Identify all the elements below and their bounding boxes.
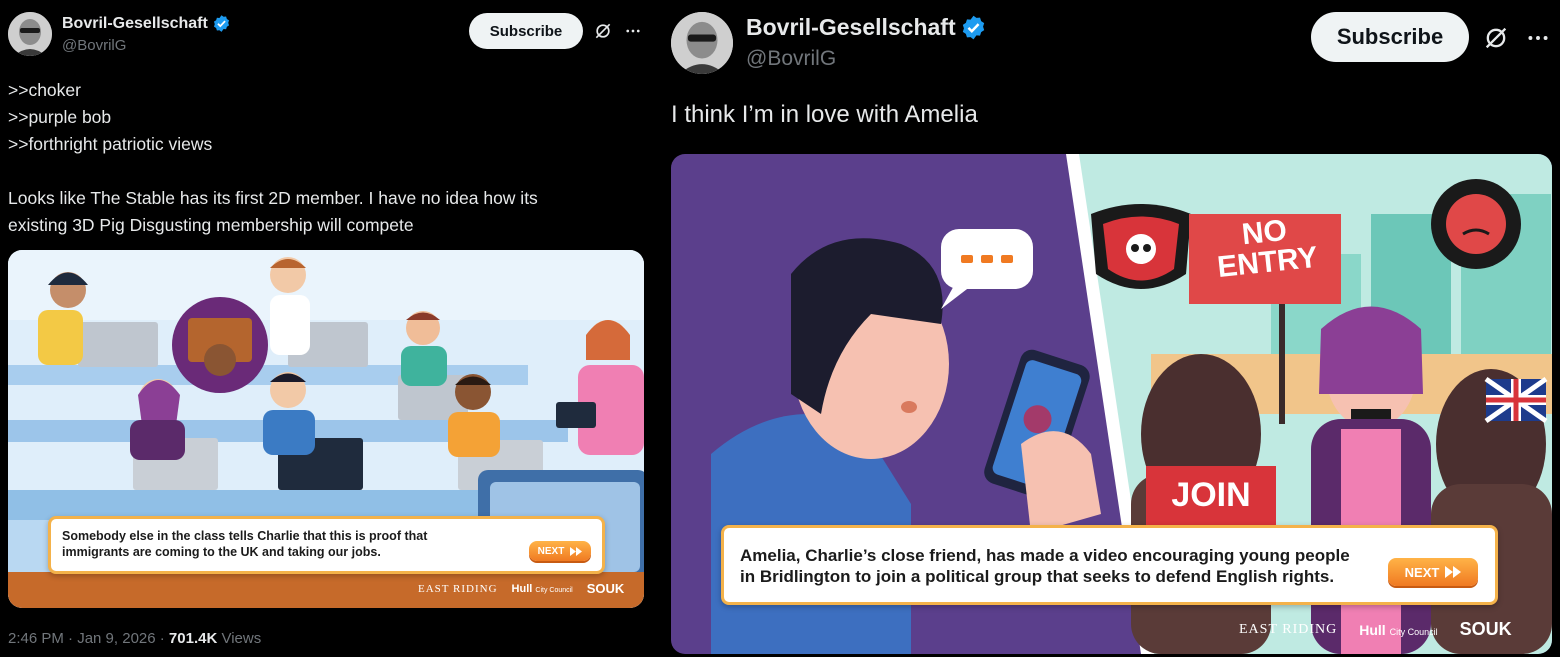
join-sign: JOIN bbox=[1171, 476, 1251, 514]
next-arrow-icon bbox=[1445, 566, 1462, 578]
hull-logo: Hull City Council bbox=[512, 583, 573, 595]
image-caption-box: Amelia, Charlie’s close friend, has made… bbox=[721, 525, 1498, 605]
post-image[interactable]: NO ENTRY JOIN Amelia, Charlie’s close fr… bbox=[671, 154, 1552, 654]
east-riding-logo: EAST RIDING bbox=[1239, 621, 1338, 637]
more-options-icon[interactable] bbox=[1522, 22, 1554, 54]
views-count: 701.4K bbox=[168, 630, 218, 647]
hull-logo-subtext: City Council bbox=[1389, 626, 1438, 637]
author-name-row: Bovril-Gesellschaft bbox=[62, 14, 231, 33]
handle[interactable]: @BovrilG bbox=[62, 37, 126, 54]
views-label: Views bbox=[217, 630, 262, 647]
partner-logos: EAST RIDING Hull City Council SOUK bbox=[418, 581, 624, 596]
avatar[interactable] bbox=[671, 12, 733, 74]
post-text: >>choker >>purple bob >>forthright patri… bbox=[8, 80, 538, 235]
hull-logo-text: Hull bbox=[511, 582, 533, 595]
left-post: Bovril-Gesellschaft @BovrilG Subscribe >… bbox=[0, 0, 652, 657]
subscribe-button[interactable]: Subscribe bbox=[469, 13, 583, 49]
avatar[interactable] bbox=[8, 12, 52, 56]
right-post: Bovril-Gesellschaft @BovrilG Subscribe I… bbox=[662, 0, 1560, 657]
souk-logo: SOUK bbox=[586, 581, 625, 596]
author-name-row: Bovril-Gesellschaft bbox=[746, 14, 987, 41]
next-button[interactable]: NEXT bbox=[1388, 558, 1478, 586]
grok-icon[interactable] bbox=[592, 20, 614, 42]
post-image[interactable]: Somebody else in the class tells Charlie… bbox=[8, 250, 644, 608]
souk-logo: SOUK bbox=[1459, 619, 1512, 639]
next-button[interactable]: NEXT bbox=[529, 541, 591, 561]
grok-icon[interactable] bbox=[1480, 22, 1512, 54]
hull-logo-text: Hull bbox=[1359, 621, 1386, 638]
timestamp[interactable]: 2:46 PM · Jan 9, 2026 · bbox=[8, 630, 169, 647]
next-label: NEXT bbox=[1404, 564, 1440, 580]
next-arrow-icon bbox=[570, 546, 583, 556]
display-name[interactable]: Bovril-Gesellschaft bbox=[746, 14, 956, 41]
verified-badge-icon bbox=[960, 14, 987, 41]
next-label: NEXT bbox=[537, 545, 565, 557]
hull-logo: Hull City Council bbox=[1359, 622, 1437, 638]
handle[interactable]: @BovrilG bbox=[746, 47, 836, 71]
display-name[interactable]: Bovril-Gesellschaft bbox=[62, 15, 208, 33]
post-text: I think I’m in love with Amelia bbox=[671, 101, 978, 128]
image-caption: Amelia, Charlie’s close friend, has made… bbox=[740, 546, 1350, 587]
avatar-image bbox=[8, 12, 52, 56]
more-options-icon[interactable] bbox=[622, 20, 644, 42]
subscribe-button[interactable]: Subscribe bbox=[1311, 12, 1469, 62]
east-riding-logo: EAST RIDING bbox=[418, 582, 498, 595]
post-meta: 2:46 PM · Jan 9, 2026 · 701.4K Views bbox=[8, 630, 261, 647]
verified-badge-icon bbox=[212, 14, 231, 33]
avatar-image bbox=[671, 12, 733, 74]
image-caption: Somebody else in the class tells Charlie… bbox=[62, 529, 428, 559]
hull-logo-subtext: City Council bbox=[535, 586, 573, 594]
image-caption-box: Somebody else in the class tells Charlie… bbox=[48, 516, 605, 574]
partner-logos: EAST RIDING Hull City Council SOUK bbox=[1239, 619, 1512, 640]
